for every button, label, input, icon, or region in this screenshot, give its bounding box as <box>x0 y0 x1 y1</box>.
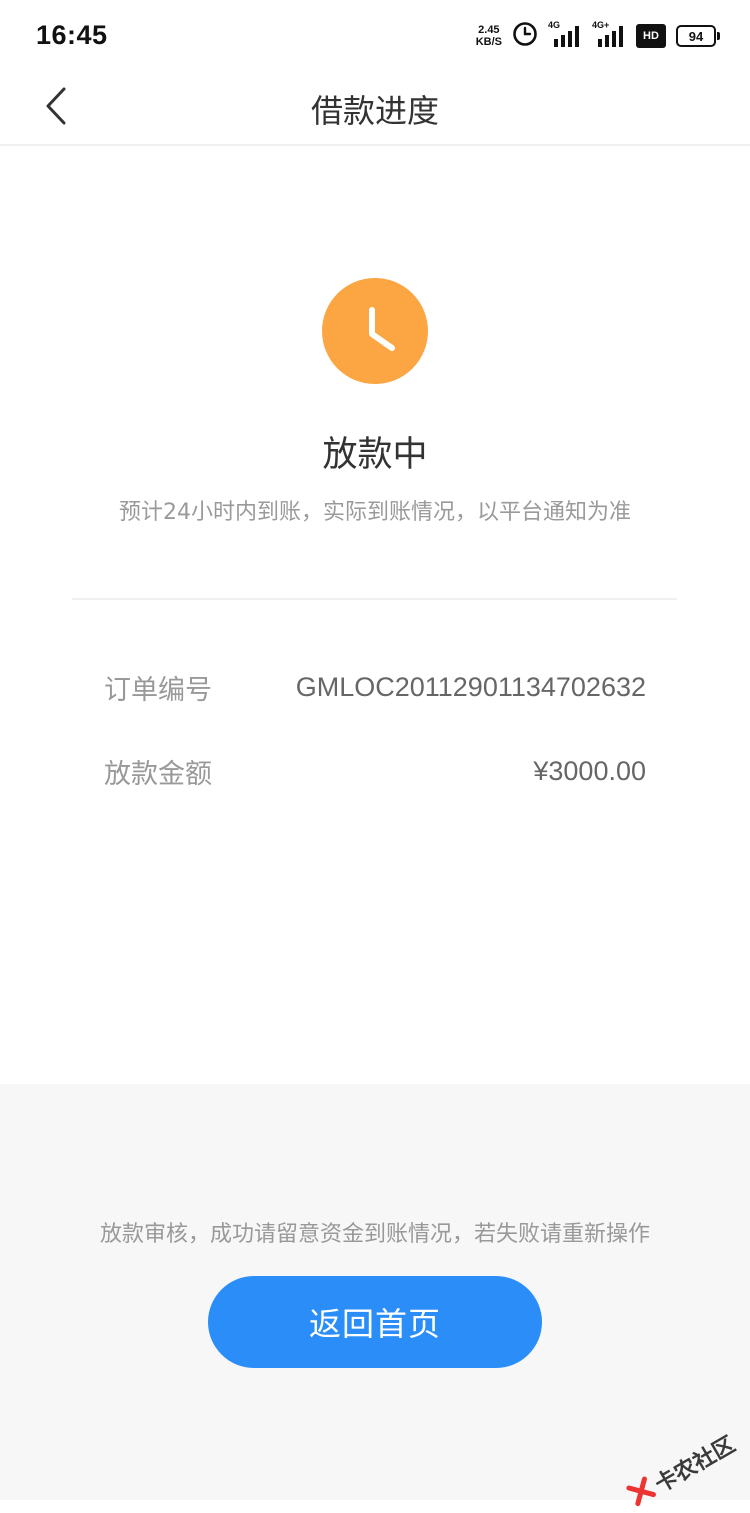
battery-icon: 94 <box>676 25 720 47</box>
page-title: 借款进度 <box>310 92 439 130</box>
status-bar: 16:45 2.45 KB/S 4G 4G+ HD 94 <box>0 0 750 72</box>
battery-level: 94 <box>688 28 704 44</box>
status-time: 16:45 <box>36 20 108 50</box>
signal-icon: 4G+ <box>592 20 626 49</box>
loan-amount-row: 放款金额 ¥3000.00 <box>104 746 646 796</box>
net-speed: 2.45 KB/S <box>476 24 502 48</box>
footer-note: 放款审核，成功请留意资金到账情况，若失败请重新操作 <box>99 1222 650 1247</box>
status-icon-circle <box>322 278 428 384</box>
signal-icon: 4G <box>548 20 582 49</box>
status-icons: 2.45 KB/S 4G 4G+ HD 94 <box>476 20 720 52</box>
return-home-button[interactable]: 返回首页 <box>208 1276 542 1368</box>
loan-amount-value: ¥3000.00 <box>533 755 646 786</box>
net-speed-value: 2.45 <box>478 24 500 36</box>
hd-icon: HD <box>636 24 666 48</box>
clock-icon <box>322 307 428 388</box>
nav-bar: 借款进度 <box>0 72 750 146</box>
status-subtitle: 预计24小时内到账，实际到账情况，以平台通知为准 <box>119 500 631 525</box>
order-number-row: 订单编号 GMLOC20112901134702632 <box>104 662 646 712</box>
divider <box>72 598 677 600</box>
loan-amount-label: 放款金额 <box>104 758 212 790</box>
main-content: 放款中 预计24小时内到账，实际到账情况，以平台通知为准 订单编号 GMLOC2… <box>0 146 750 1084</box>
status-title: 放款中 <box>322 435 428 475</box>
footer: 放款审核，成功请留意资金到账情况，若失败请重新操作 返回首页 <box>0 1084 750 1500</box>
net-speed-unit: KB/S <box>475 36 502 48</box>
order-number-label: 订单编号 <box>104 674 212 706</box>
alarm-icon <box>512 21 538 51</box>
order-number-value: GMLOC20112901134702632 <box>295 671 646 702</box>
hd-label: HD <box>643 30 659 42</box>
